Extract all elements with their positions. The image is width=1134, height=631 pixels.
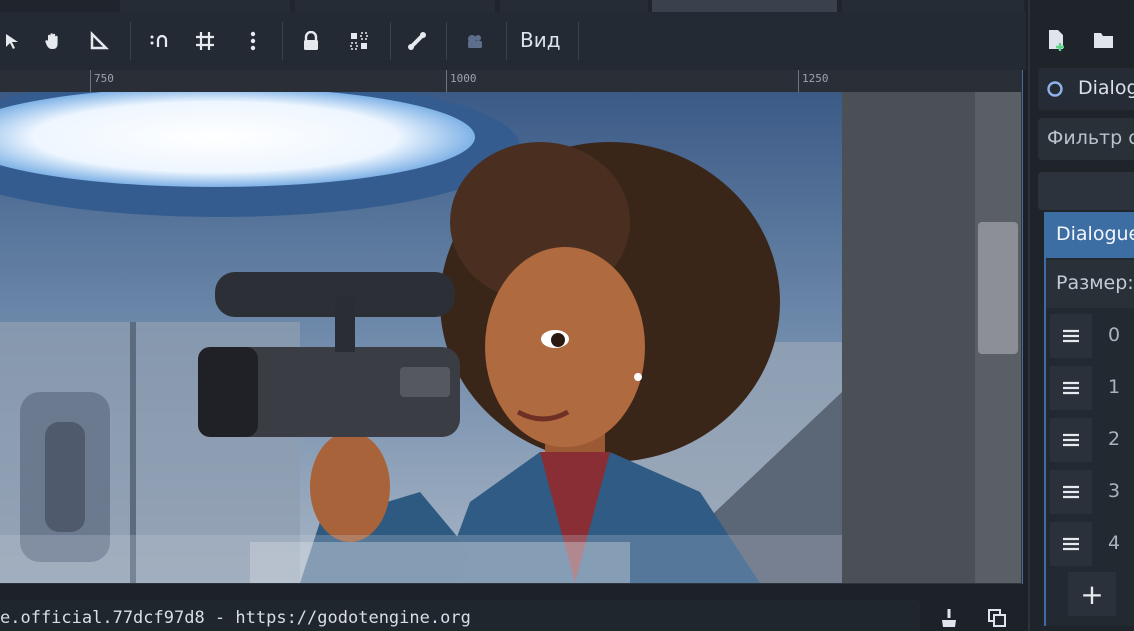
canvas-toolbar: Вид [0,12,1026,70]
lock-icon[interactable] [298,28,324,54]
add-element-button[interactable]: + [1068,572,1116,616]
drag-handle-icon[interactable] [1050,522,1092,566]
ruler-label: 1000 [450,72,477,85]
view-menu-button[interactable]: Вид [520,28,561,52]
ruler-tool-icon[interactable] [86,28,112,54]
toolbar-separator [282,22,283,60]
drag-handle-icon[interactable] [1050,418,1092,462]
console-line: e.official.77dcf97d8 - https://godotengi… [0,608,471,628]
tab-active[interactable] [652,0,837,12]
open-folder-icon[interactable] [1092,30,1116,54]
toolbar-separator [446,22,447,60]
smart-snap-icon[interactable] [146,28,172,54]
array-editor: Dialogue Размер: 0 1 2 3 4 + [1044,212,1134,626]
drag-handle-icon[interactable] [1050,314,1092,358]
grid-snap-icon[interactable] [192,28,218,54]
new-script-icon[interactable] [1046,28,1068,56]
size-label: Размер: [1056,272,1134,294]
ruler-label: 1250 [802,72,829,85]
more-options-icon[interactable] [240,28,266,54]
toolbar-separator [390,22,391,60]
toolbar-separator [578,22,579,60]
tab[interactable] [842,0,1024,12]
tab[interactable] [500,0,648,12]
inspector-node-name: Dialog [1078,77,1134,99]
property-filter-input[interactable]: Фильтр с [1038,118,1134,160]
ruler-tick [90,70,91,92]
array-item-index: 1 [1108,376,1121,398]
camera-override-icon[interactable] [462,28,488,54]
scene-illustration [0,92,842,583]
ruler-label: 750 [94,72,114,85]
horizontal-ruler: 750 1000 1250 [0,70,1022,92]
right-dock-panel: Dialog Фильтр с Dialogue Размер: 0 1 2 3 [1028,0,1134,631]
toolbar-separator [506,22,507,60]
tab[interactable] [295,0,495,12]
bone-icon[interactable] [404,28,430,54]
group-icon[interactable] [346,28,372,54]
viewport-outside-area [842,92,975,583]
node-circle-icon [1047,81,1063,97]
select-mode-icon[interactable] [0,28,26,54]
array-header[interactable]: Dialogue [1046,214,1134,258]
array-item-index: 3 [1108,480,1121,502]
array-item-index: 0 [1108,324,1121,346]
array-item-index: 2 [1108,428,1121,450]
scrollbar-thumb[interactable] [978,222,1018,354]
pan-hand-icon[interactable] [40,28,66,54]
inspector-node-header[interactable]: Dialog [1038,68,1134,110]
copy-output-icon[interactable] [984,606,1010,630]
size-row: Размер: [1046,260,1134,308]
resource-field[interactable] [1038,172,1134,210]
array-item-index: 4 [1108,532,1121,554]
tab[interactable] [120,0,290,12]
drag-handle-icon[interactable] [1050,366,1092,410]
ruler-tick [446,70,447,92]
filter-placeholder: Фильтр с [1047,127,1134,149]
array-title: Dialogue [1056,223,1134,245]
editor-tab-strip [0,0,1026,12]
toolbar-separator [130,22,131,60]
ruler-tick [798,70,799,92]
drag-handle-icon[interactable] [1050,470,1092,514]
clear-output-icon[interactable] [936,606,962,630]
